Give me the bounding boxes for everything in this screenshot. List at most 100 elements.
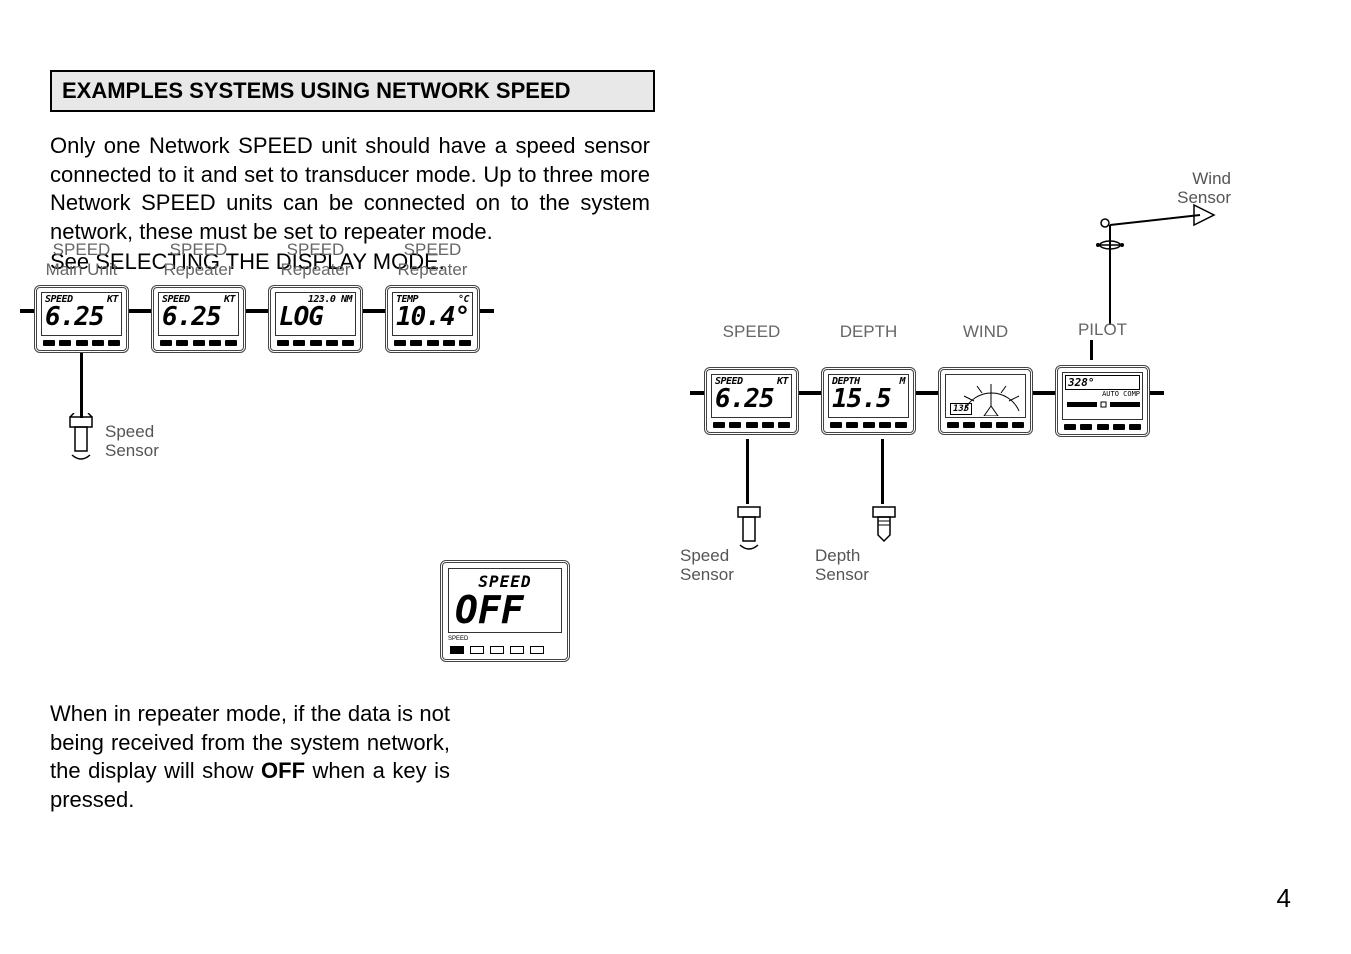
screen-top-right: M bbox=[899, 376, 905, 387]
device-button bbox=[443, 340, 455, 346]
device-button bbox=[490, 646, 504, 654]
bus-connector bbox=[129, 309, 151, 313]
device-button bbox=[510, 646, 524, 654]
speed-unit: SPEED SPEED KT 6.25 bbox=[704, 322, 799, 435]
device-button bbox=[1012, 422, 1024, 428]
unit-label-line1: SPEED bbox=[404, 240, 462, 259]
wind-unit: WIND 135 bbox=[938, 322, 1033, 435]
diagram-mixed-system: SPEED SPEED KT 6.25 bbox=[690, 150, 1330, 447]
speed-repeater-1: SPEED Repeater SPEED KT 6.25 bbox=[151, 240, 246, 353]
speed-sensor-label: Speed Sensor bbox=[105, 423, 159, 460]
screen-value: 6.25 bbox=[715, 387, 788, 412]
device-button bbox=[863, 422, 875, 428]
device-button bbox=[108, 340, 120, 346]
diagram-speed-repeaters: SPEED Main Unit SPEED KT 6.25 bbox=[20, 240, 580, 493]
unit-label: WIND bbox=[963, 322, 1008, 341]
device-button bbox=[895, 422, 907, 428]
device-button bbox=[762, 422, 774, 428]
paddlewheel-sensor-icon bbox=[734, 503, 764, 553]
device-button bbox=[470, 646, 484, 654]
device-button bbox=[713, 422, 725, 428]
device-button bbox=[342, 340, 354, 346]
device-button bbox=[277, 340, 289, 346]
sensor-cable bbox=[881, 439, 884, 504]
screen-value: 6.25 bbox=[45, 305, 118, 330]
device-button bbox=[394, 340, 406, 346]
device-button bbox=[778, 422, 790, 428]
off-display: SPEED OFF SPEED bbox=[440, 560, 570, 662]
paragraph-1: Only one Network SPEED unit should have … bbox=[50, 132, 650, 246]
pilot-bar-icon bbox=[1065, 398, 1145, 412]
device-button bbox=[326, 340, 338, 346]
device-button bbox=[76, 340, 88, 346]
off-bold: OFF bbox=[261, 758, 305, 783]
device-button bbox=[830, 422, 842, 428]
device-button bbox=[980, 422, 992, 428]
device-button bbox=[193, 340, 205, 346]
unit-label: SPEED bbox=[723, 322, 781, 341]
device-button bbox=[310, 340, 322, 346]
depth-unit: DEPTH DEPTH M 15.5 bbox=[821, 322, 916, 435]
unit-label-line1: SPEED bbox=[287, 240, 345, 259]
screen-value: LOG bbox=[279, 305, 352, 330]
device-button-active bbox=[450, 646, 464, 654]
screen-top-right: KT bbox=[777, 376, 788, 387]
device-button bbox=[410, 340, 422, 346]
off-value: OFF bbox=[455, 591, 555, 629]
device-button bbox=[947, 422, 959, 428]
unit-label-line2: Repeater bbox=[398, 260, 468, 279]
sensor-cable bbox=[746, 439, 749, 504]
device-button bbox=[59, 340, 71, 346]
pilot-unit: PILOT 328° AUTO COMP bbox=[1055, 320, 1150, 437]
paragraph-3: When in repeater mode, if the data is no… bbox=[50, 700, 450, 814]
device-button bbox=[746, 422, 758, 428]
screen-top-right: KT bbox=[224, 294, 235, 305]
device-button bbox=[1080, 424, 1092, 430]
depth-sensor-label: Depth Sensor bbox=[815, 547, 869, 584]
bus-connector bbox=[799, 391, 821, 395]
unit-label: PILOT bbox=[1078, 320, 1127, 339]
pilot-mode: AUTO COMP bbox=[1065, 390, 1140, 398]
speed-repeater-3: SPEED Repeater TEMP °C 10.4° bbox=[385, 240, 480, 353]
unit-label-line2: Main Unit bbox=[46, 260, 118, 279]
bus-connector bbox=[916, 391, 938, 395]
screen-top-right: KT bbox=[107, 294, 118, 305]
unit-label-line1: SPEED bbox=[170, 240, 228, 259]
device-button bbox=[176, 340, 188, 346]
paddlewheel-sensor-icon bbox=[66, 413, 96, 463]
device-button bbox=[459, 340, 471, 346]
device-button bbox=[879, 422, 891, 428]
device-button bbox=[225, 340, 237, 346]
speed-repeater-2: SPEED Repeater 123.0 NM LOG bbox=[268, 240, 363, 353]
bus-connector bbox=[1033, 391, 1055, 395]
unit-label: DEPTH bbox=[840, 322, 898, 341]
bus-stub-left bbox=[690, 391, 704, 395]
depth-transducer-icon bbox=[869, 503, 899, 553]
device-button bbox=[1113, 424, 1125, 430]
wind-value: 135 bbox=[950, 403, 972, 415]
unit-label-line2: Repeater bbox=[281, 260, 351, 279]
section-heading: EXAMPLES SYSTEMS USING NETWORK SPEED bbox=[50, 70, 655, 112]
device-button bbox=[846, 422, 858, 428]
device-button bbox=[996, 422, 1008, 428]
device-button bbox=[209, 340, 221, 346]
device-button bbox=[530, 646, 544, 654]
speed-main-unit: SPEED Main Unit SPEED KT 6.25 bbox=[34, 240, 129, 353]
page-number: 4 bbox=[1277, 883, 1291, 914]
device-button bbox=[963, 422, 975, 428]
device-button bbox=[1129, 424, 1141, 430]
device-button bbox=[293, 340, 305, 346]
device-button bbox=[92, 340, 104, 346]
speed-sensor-label: Speed Sensor bbox=[680, 547, 734, 584]
bus-stub-left bbox=[20, 309, 34, 313]
unit-label-line1: SPEED bbox=[53, 240, 111, 259]
screen-value: 6.25 bbox=[162, 305, 235, 330]
bus-stub-right bbox=[1150, 391, 1164, 395]
wind-cable bbox=[1090, 340, 1093, 360]
device-button bbox=[427, 340, 439, 346]
device-button bbox=[43, 340, 55, 346]
device-button bbox=[1097, 424, 1109, 430]
unit-label-line2: Repeater bbox=[164, 260, 234, 279]
device-button bbox=[729, 422, 741, 428]
screen-value: 10.4° bbox=[396, 305, 469, 330]
